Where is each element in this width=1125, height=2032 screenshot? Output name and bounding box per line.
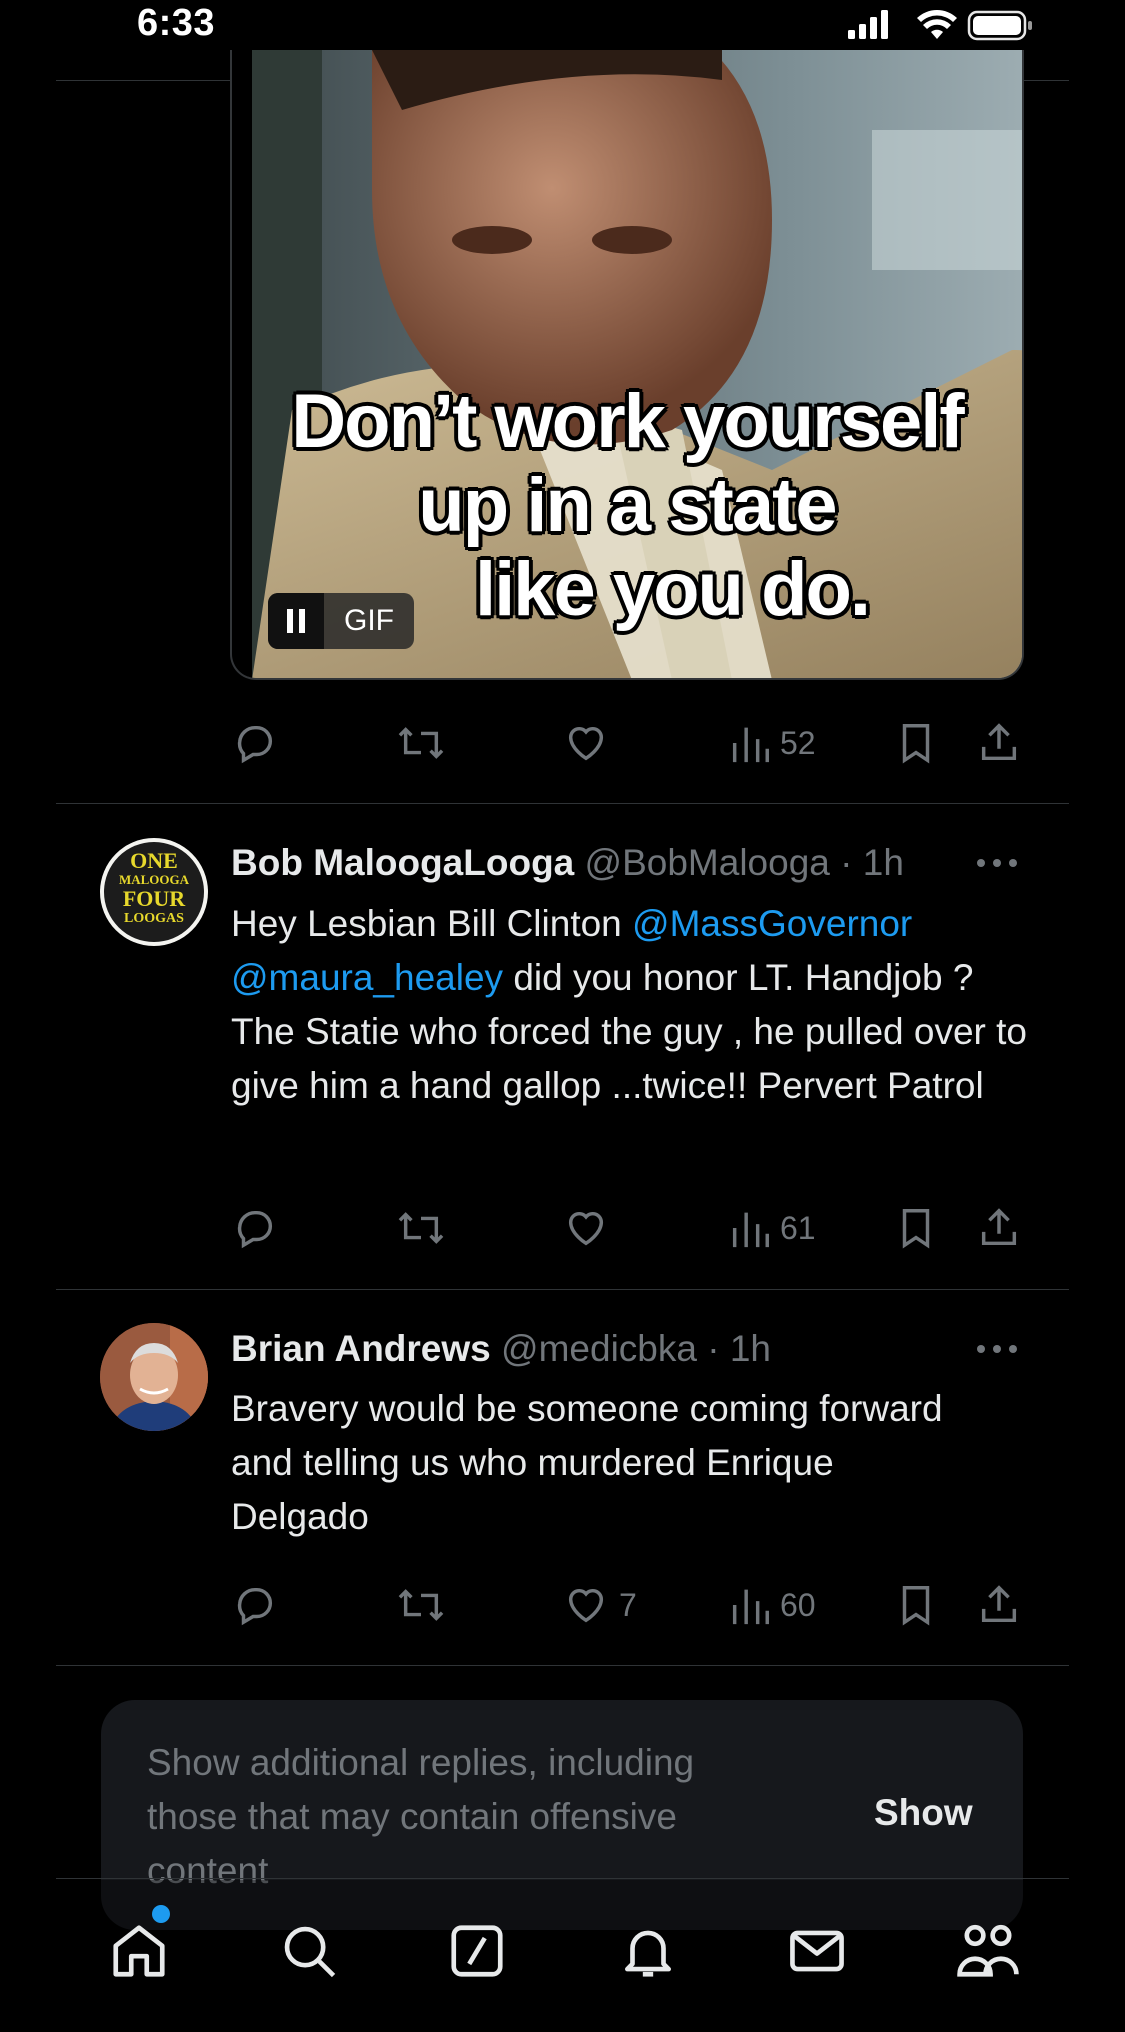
like-count: 7 bbox=[619, 1586, 637, 1623]
messages-icon bbox=[790, 1930, 844, 1972]
more-icon bbox=[977, 1345, 1017, 1353]
repost-icon bbox=[398, 1212, 444, 1244]
avatar[interactable]: ONE MALOOGA FOUR LOOGAS bbox=[100, 838, 208, 946]
handle[interactable]: @BobMalooga bbox=[585, 842, 830, 883]
share-icon bbox=[981, 723, 1017, 761]
nav-search[interactable] bbox=[278, 1920, 340, 1982]
mention-link[interactable]: @MassGovernor bbox=[632, 903, 912, 944]
nav-home[interactable] bbox=[108, 1920, 170, 1982]
tweet-text: Hey Lesbian Bill Clinton @MassGovernor @m… bbox=[231, 897, 1031, 1113]
views-button[interactable]: 61 bbox=[730, 1205, 816, 1251]
view-count: 60 bbox=[780, 1586, 816, 1623]
bookmark-icon bbox=[902, 1586, 930, 1626]
pause-icon[interactable] bbox=[268, 593, 324, 649]
bookmark-button[interactable] bbox=[893, 1582, 939, 1628]
views-icon bbox=[732, 727, 769, 763]
communities-icon bbox=[957, 1924, 1019, 1977]
like-button[interactable] bbox=[563, 720, 609, 766]
repost-button[interactable] bbox=[395, 1582, 447, 1628]
nav-communities[interactable] bbox=[954, 1920, 1022, 1982]
view-count: 52 bbox=[780, 724, 816, 761]
repost-icon bbox=[398, 727, 444, 759]
timestamp[interactable]: · 1h bbox=[707, 1328, 771, 1369]
notifications-icon bbox=[625, 1930, 671, 1977]
reply-button[interactable] bbox=[232, 720, 278, 766]
divider bbox=[56, 803, 1069, 804]
grok-icon bbox=[451, 1925, 503, 1977]
gif-caption-line: up in a state bbox=[418, 463, 837, 548]
bookmark-icon bbox=[902, 1209, 930, 1249]
share-icon bbox=[981, 1585, 1017, 1623]
views-icon bbox=[732, 1589, 769, 1625]
share-button[interactable] bbox=[976, 1205, 1022, 1251]
reply-icon bbox=[237, 1210, 273, 1249]
tweet-header: Bob MaloogaLooga @BobMalooga · 1h bbox=[231, 842, 904, 884]
divider bbox=[56, 1878, 1069, 1879]
avatar-logo: ONE MALOOGA FOUR LOOGAS bbox=[104, 842, 204, 942]
bookmark-button[interactable] bbox=[893, 720, 939, 766]
battery-icon bbox=[967, 10, 1032, 41]
reply-icon bbox=[237, 1587, 273, 1626]
gif-badge[interactable]: GIF bbox=[268, 593, 414, 649]
tweet-header: Brian Andrews @medicbka · 1h bbox=[231, 1328, 771, 1370]
views-button[interactable]: 60 bbox=[730, 1582, 816, 1628]
show-additional-replies-text: Show additional replies, including those… bbox=[147, 1742, 695, 1891]
bookmark-icon bbox=[902, 724, 930, 764]
avatar[interactable] bbox=[100, 1323, 208, 1431]
divider bbox=[56, 1289, 1069, 1290]
search-icon bbox=[284, 1926, 336, 1978]
show-button[interactable]: Show bbox=[874, 1792, 973, 1834]
reply-button[interactable] bbox=[232, 1582, 278, 1628]
reply-button[interactable] bbox=[232, 1205, 278, 1251]
divider bbox=[56, 1665, 1069, 1666]
nav-grok[interactable] bbox=[446, 1920, 508, 1982]
tweet-text-part: Hey Lesbian Bill Clinton bbox=[231, 903, 633, 944]
more-options-button[interactable] bbox=[975, 1336, 1019, 1362]
repost-button[interactable] bbox=[395, 720, 447, 766]
svg-text:FOUR: FOUR bbox=[123, 886, 186, 911]
heart-icon bbox=[568, 1588, 604, 1623]
repost-button[interactable] bbox=[395, 1205, 447, 1251]
svg-text:ONE: ONE bbox=[130, 848, 178, 873]
tweet-text: Bravery would be someone coming forward … bbox=[231, 1388, 943, 1537]
gif-media[interactable]: Don’t work yourself up in a state like y… bbox=[230, 50, 1024, 680]
like-button[interactable] bbox=[563, 1205, 609, 1251]
wifi-icon bbox=[917, 10, 957, 39]
bookmark-button[interactable] bbox=[893, 1205, 939, 1251]
nav-notifications[interactable] bbox=[617, 1920, 679, 1982]
nav-messages[interactable] bbox=[786, 1920, 848, 1982]
handle[interactable]: @medicbka bbox=[501, 1328, 697, 1369]
display-name[interactable]: Brian Andrews bbox=[231, 1328, 491, 1369]
like-button[interactable]: 7 bbox=[563, 1582, 637, 1628]
avatar-photo bbox=[100, 1323, 208, 1431]
status-icons bbox=[848, 8, 1033, 42]
svg-text:LOOGAS: LOOGAS bbox=[124, 911, 184, 926]
repost-icon bbox=[398, 1589, 444, 1621]
gif-label: GIF bbox=[344, 604, 394, 637]
views-button[interactable]: 52 bbox=[730, 720, 816, 766]
svg-text:MALOOGA: MALOOGA bbox=[119, 872, 190, 887]
views-icon bbox=[732, 1212, 769, 1248]
more-icon bbox=[977, 859, 1017, 867]
display-name[interactable]: Bob MaloogaLooga bbox=[231, 842, 574, 883]
timestamp[interactable]: · 1h bbox=[840, 842, 904, 883]
gif-caption-line: Don’t work yourself bbox=[291, 379, 964, 464]
cellular-signal-icon bbox=[848, 10, 888, 39]
view-count: 61 bbox=[780, 1209, 816, 1246]
heart-icon bbox=[568, 1211, 604, 1246]
more-options-button[interactable] bbox=[975, 850, 1019, 876]
heart-icon bbox=[568, 726, 604, 761]
mention-link[interactable]: @maura_healey bbox=[231, 957, 503, 998]
status-time: 6:33 bbox=[137, 2, 216, 44]
home-icon bbox=[113, 1925, 165, 1977]
reply-icon bbox=[237, 725, 273, 764]
share-icon bbox=[981, 1208, 1017, 1246]
share-button[interactable] bbox=[976, 720, 1022, 766]
share-button[interactable] bbox=[976, 1582, 1022, 1628]
